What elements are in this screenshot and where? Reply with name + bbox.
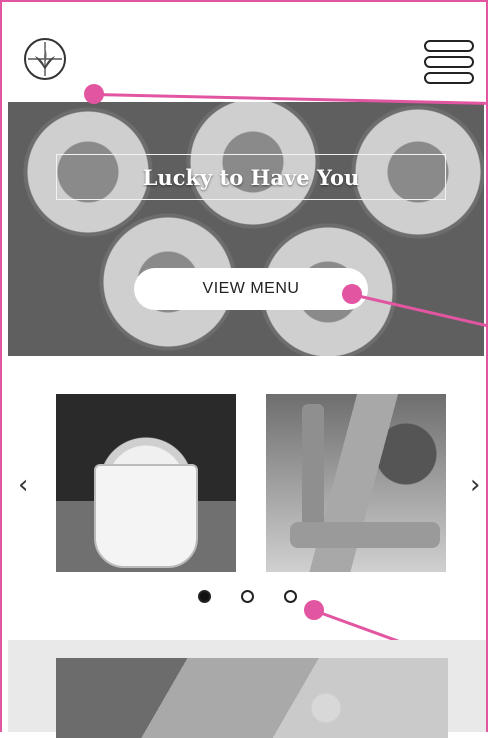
view-menu-button[interactable]: VIEW MENU: [134, 268, 368, 310]
hero-title: Lucky to Have You: [142, 164, 360, 190]
hero-banner: Lucky to Have You VIEW MENU: [8, 102, 484, 356]
plant-logo-icon[interactable]: [24, 38, 66, 80]
menu-bar: [424, 40, 474, 52]
carousel-dot[interactable]: [241, 589, 254, 603]
hero-title-box: Lucky to Have You: [56, 154, 446, 200]
carousel-next-arrow-icon[interactable]: ›: [470, 470, 480, 500]
bottom-section: [8, 640, 486, 738]
carousel-slide-drinks[interactable]: [266, 394, 446, 572]
carousel-dot[interactable]: [198, 589, 211, 603]
carousel-dot[interactable]: [284, 589, 297, 603]
carousel-slide-ice-cream[interactable]: [56, 394, 236, 572]
bottle-image: [290, 522, 440, 548]
carousel-prev-arrow-icon[interactable]: ‹: [18, 470, 28, 500]
carousel-dots: [198, 588, 308, 604]
menu-bar: [424, 56, 474, 68]
bottom-photo: [56, 658, 448, 738]
hamburger-menu-icon[interactable]: [424, 40, 474, 92]
menu-bar: [424, 72, 474, 84]
ice-cream-cup-image: [94, 464, 198, 568]
product-carousel: ‹ ›: [0, 392, 488, 612]
